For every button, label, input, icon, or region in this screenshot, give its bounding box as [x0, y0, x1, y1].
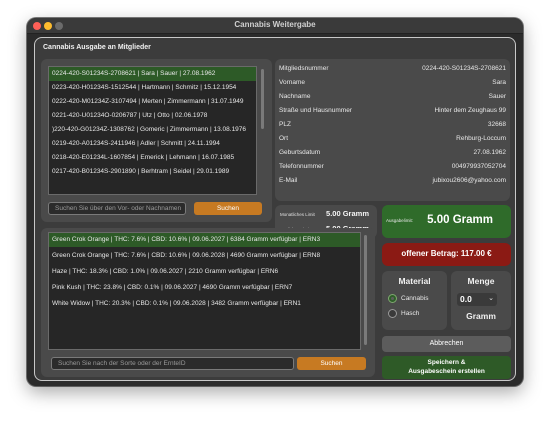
detail-label: E-Mail	[279, 177, 298, 184]
detail-row-email: E-Mail jubixou2606@yahoo.com	[275, 174, 510, 188]
material-option-cannabis[interactable]: Cannabis	[388, 293, 443, 304]
member-list-item[interactable]: 0224-420-S01234S-2708621 | Sara | Sauer …	[49, 67, 256, 81]
strain-list-scrollbar[interactable]	[364, 235, 367, 345]
radio-unselected-icon[interactable]	[388, 309, 397, 318]
main-frame: Cannabis Ausgabe an Mitglieder 0224-420-…	[34, 37, 516, 381]
detail-label: Mitgliedsnummer	[279, 65, 329, 72]
detail-label: Vorname	[279, 79, 306, 86]
detail-value: 32668	[487, 121, 506, 128]
detail-row-birthdate: Geburtsdatum 27.08.1962	[275, 146, 510, 160]
detail-value: Sara	[492, 79, 506, 86]
detail-row-street: Straße und Hausnummer Hinter dem Zeughau…	[275, 104, 510, 118]
member-list[interactable]: 0224-420-S01234S-2708621 | Sara | Sauer …	[48, 66, 257, 195]
monthly-limit-label: Monatliches Limit	[280, 212, 315, 217]
quantity-value: 0.0	[460, 294, 472, 304]
detail-label: Telefonnummer	[279, 163, 324, 170]
detail-row-phone: Telefonnummer 004979937052704	[275, 160, 510, 174]
strain-list[interactable]: Green Crok Orange | THC: 7.6% | CBD: 10.…	[48, 232, 361, 350]
detail-label: Nachname	[279, 93, 311, 100]
page-title: Cannabis Ausgabe an Mitglieder	[43, 44, 151, 51]
material-option-hasch[interactable]: Hasch	[388, 308, 443, 319]
material-option-label: Cannabis	[401, 295, 429, 302]
strain-list-item[interactable]: Green Crok Orange | THC: 7.6% | CBD: 10.…	[49, 249, 360, 263]
detail-row-last-name: Nachname Sauer	[275, 90, 510, 104]
title-bar: Cannabis Weitergabe	[27, 18, 523, 34]
strain-list-item[interactable]: Green Crok Orange | THC: 7.6% | CBD: 10.…	[49, 233, 360, 247]
member-search-button[interactable]: Suchen	[194, 202, 262, 215]
open-amount-box: offener Betrag: 117.00 €	[382, 243, 511, 266]
member-list-scrollbar[interactable]	[261, 69, 264, 129]
member-list-item[interactable]: 0222-420-M01234Z-3107494 | Merten | Zimm…	[49, 95, 256, 109]
quantity-panel: Menge 0.0 ⌄ Gramm	[451, 271, 511, 330]
strain-panel: Green Crok Orange | THC: 7.6% | CBD: 10.…	[41, 228, 375, 377]
app-window: Cannabis Weitergabe Cannabis Ausgabe an …	[27, 18, 523, 386]
detail-value: 27.08.1962	[473, 149, 506, 156]
detail-row-zip: PLZ 32668	[275, 118, 510, 132]
cancel-button[interactable]: Abbrechen	[382, 336, 511, 352]
strain-search-button[interactable]: Suchen	[297, 357, 366, 370]
material-panel: Material Cannabis Hasch	[382, 271, 447, 330]
quantity-select[interactable]: 0.0 ⌄	[457, 293, 497, 306]
member-details-panel: Mitgliedsnummer 0224-420-S01234S-2708621…	[275, 59, 510, 201]
detail-value: Rehburg-Loccum	[456, 135, 506, 142]
strain-list-item[interactable]: Pink Kush | THC: 23.8% | CBD: 0.1% | 09.…	[49, 281, 360, 295]
save-button-label-line1: Speichern &	[427, 359, 466, 366]
member-list-item[interactable]: 0219-420-A01234S-2411946 | Adler | Schmi…	[49, 137, 256, 151]
detail-row-first-name: Vorname Sara	[275, 76, 510, 90]
member-panel: 0224-420-S01234S-2708621 | Sara | Sauer …	[41, 59, 272, 222]
save-button[interactable]: Speichern & Ausgabeschein erstellen	[382, 356, 511, 379]
detail-label: PLZ	[279, 121, 291, 128]
radio-selected-icon[interactable]	[388, 294, 397, 303]
detail-row-member-number: Mitgliedsnummer 0224-420-S01234S-2708621	[275, 62, 510, 76]
detail-value: jubixou2606@yahoo.com	[432, 177, 506, 184]
save-button-label-line2: Ausgabeschein erstellen	[408, 368, 485, 375]
issue-limit-value: 5.00 Gramm	[427, 214, 493, 226]
chevron-down-icon[interactable]: ⌄	[488, 294, 494, 302]
detail-value: Hinter dem Zeughaus 99	[434, 107, 506, 114]
detail-row-city: Ort Rehburg-Loccum	[275, 132, 510, 146]
member-list-item[interactable]: 0218-420-E01234L-1607854 | Emerick | Leh…	[49, 151, 256, 165]
member-search-input[interactable]: Suchen Sie über den Vor- oder Nachnamen	[48, 202, 186, 215]
strain-search-input[interactable]: Suchen Sie nach der Sorte oder der Ernte…	[51, 357, 294, 370]
member-list-item[interactable]: 0223-420-H01234S-1512544 | Hartmann | Sc…	[49, 81, 256, 95]
quantity-title: Menge	[467, 276, 495, 286]
material-title: Material	[398, 276, 431, 286]
detail-label: Geburtsdatum	[279, 149, 321, 156]
issue-limit-label: Ausgabelimit:	[386, 218, 414, 223]
detail-label: Ort	[279, 135, 289, 142]
quantity-unit: Gramm	[466, 311, 496, 321]
member-list-item[interactable]: 0221-420-U01234O-0206787 | Utz | Otto | …	[49, 109, 256, 123]
issue-limit-box: Ausgabelimit: 5.00 Gramm	[382, 205, 511, 238]
monthly-limit-value: 5.00 Gramm	[326, 209, 369, 218]
window-title: Cannabis Weitergabe	[234, 20, 316, 29]
detail-value: 004979937052704	[451, 163, 506, 170]
detail-label: Straße und Hausnummer	[279, 107, 352, 114]
strain-list-item[interactable]: White Widow | THC: 20.3% | CBD: 0.1% | 0…	[49, 297, 360, 311]
member-list-item[interactable]: )220-420-G01234Z-1308762 | Gomeric | Zim…	[49, 123, 256, 137]
detail-value: Sauer	[488, 93, 506, 100]
material-option-label: Hasch	[401, 310, 420, 317]
strain-list-item[interactable]: Haze | THC: 18.3% | CBD: 1.0% | 09.06.20…	[49, 265, 360, 279]
open-amount-text: offener Betrag: 117.00 €	[401, 249, 492, 258]
detail-value: 0224-420-S01234S-2708621	[422, 65, 506, 72]
member-list-item[interactable]: 0217-420-B01234S-2901890 | Berhtram | Se…	[49, 165, 256, 179]
